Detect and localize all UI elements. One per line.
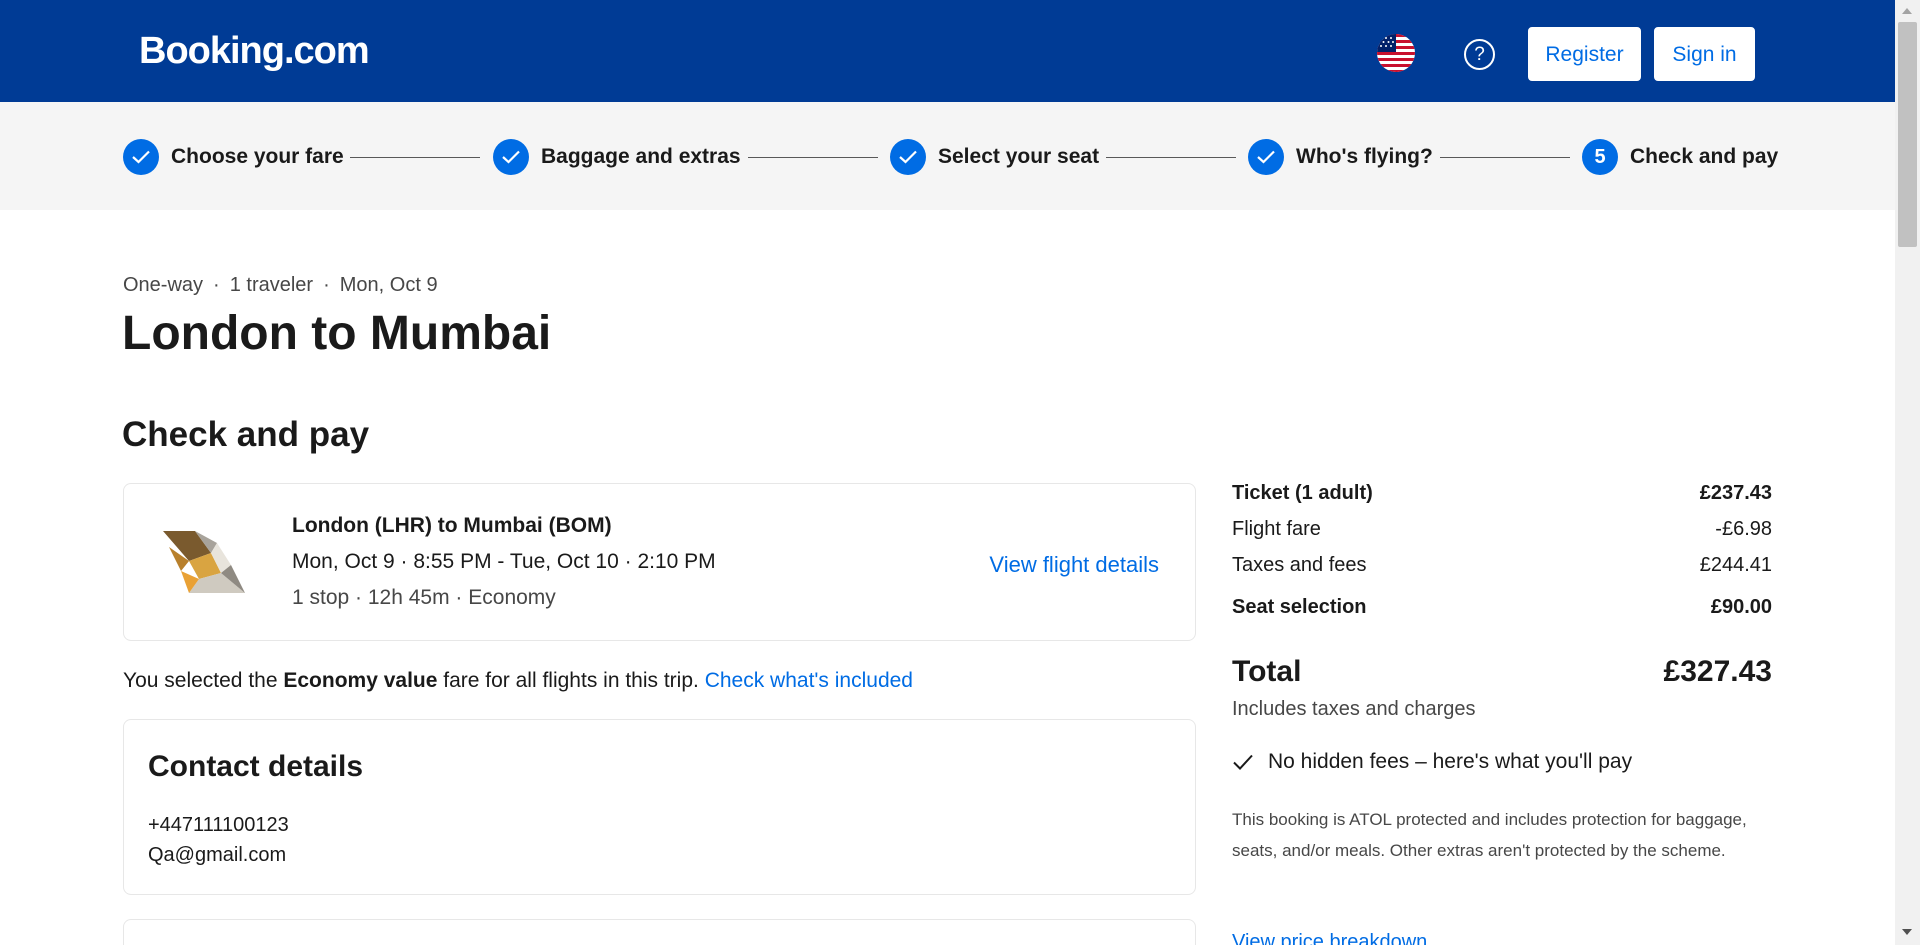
price-row-flight-fare: Flight fare -£6.98: [1232, 518, 1772, 541]
price-row-taxes: Taxes and fees £244.41: [1232, 554, 1772, 577]
separator: ·: [323, 274, 330, 296]
price-value: £237.43: [1699, 482, 1772, 504]
step-connector: [350, 157, 480, 158]
booking-logo[interactable]: Booking.com: [139, 30, 370, 73]
check-whats-included-link[interactable]: Check what's included: [705, 669, 913, 692]
step-choose-fare[interactable]: Choose your fare: [123, 139, 344, 175]
step-select-seat[interactable]: Select your seat: [890, 139, 1099, 175]
step-check-and-pay: 5 Check and pay: [1582, 139, 1778, 175]
price-row-ticket: Ticket (1 adult) £237.43: [1232, 482, 1772, 505]
step-label: Who's flying?: [1296, 145, 1433, 168]
flight-times: Mon, Oct 9 · 8:55 PM - Tue, Oct 10 · 2:1…: [292, 550, 716, 573]
help-icon[interactable]: ?: [1464, 39, 1495, 70]
price-value: £244.41: [1699, 554, 1772, 576]
step-label: Choose your fare: [171, 145, 344, 168]
contact-details-card: Contact details +447111100123 Qa@gmail.c…: [123, 719, 1196, 895]
price-label: Taxes and fees: [1232, 554, 1367, 576]
no-hidden-fees: No hidden fees – here's what you'll pay: [1232, 750, 1632, 774]
contact-title: Contact details: [148, 750, 364, 783]
no-hidden-fees-text: No hidden fees – here's what you'll pay: [1268, 750, 1633, 773]
sign-in-button[interactable]: Sign in: [1654, 27, 1755, 81]
section-title: Check and pay: [122, 415, 370, 454]
trip-type: One-way: [123, 274, 204, 296]
fare-note-prefix: You selected the: [123, 669, 284, 692]
contact-email: Qa@gmail.com: [148, 844, 287, 866]
step-connector: [748, 157, 878, 158]
step-whos-flying[interactable]: Who's flying?: [1248, 139, 1433, 175]
scroll-up-arrow-icon[interactable]: [1902, 8, 1912, 14]
step-connector: [1440, 157, 1570, 158]
step-number: 5: [1582, 139, 1618, 175]
fare-name: Economy value: [283, 669, 438, 692]
trip-date: Mon, Oct 9: [339, 274, 438, 296]
price-label: Ticket (1 adult): [1232, 482, 1373, 504]
trip-travelers: 1 traveler: [229, 274, 314, 296]
price-total: Total £327.43: [1232, 655, 1772, 689]
step-label: Check and pay: [1630, 145, 1779, 168]
scroll-down-arrow-icon[interactable]: [1902, 929, 1912, 935]
total-value: £327.43: [1663, 655, 1772, 688]
airline-tail-logo-icon: [159, 527, 249, 599]
scroll-thumb[interactable]: [1898, 22, 1917, 247]
step-label: Baggage and extras: [541, 145, 741, 168]
top-header: Booking.com ? Register Sign in: [0, 0, 1895, 102]
includes-taxes-note: Includes taxes and charges: [1232, 698, 1476, 720]
atol-protection-note: This booking is ATOL protected and inclu…: [1232, 810, 1747, 860]
trip-meta: One-way · 1 traveler · Mon, Oct 9: [123, 274, 438, 297]
step-baggage-extras[interactable]: Baggage and extras: [493, 139, 741, 175]
check-icon: [1248, 139, 1284, 175]
register-button[interactable]: Register: [1528, 27, 1641, 81]
next-section-card: [123, 919, 1196, 945]
contact-phone: +447111100123: [148, 814, 289, 836]
fare-note: You selected the Economy value fare for …: [123, 669, 913, 693]
us-flag-icon[interactable]: [1377, 34, 1415, 72]
fare-note-suffix: fare for all flights in this trip.: [437, 669, 705, 692]
checkmark-icon: [1232, 751, 1254, 773]
page-title: London to Mumbai: [122, 307, 552, 360]
price-label: Flight fare: [1232, 518, 1321, 540]
separator: ·: [213, 274, 220, 296]
view-price-breakdown-link[interactable]: View price breakdown: [1232, 931, 1427, 945]
flight-stops: 1 stop · 12h 45m · Economy: [292, 586, 556, 609]
price-row-seat: Seat selection £90.00: [1232, 596, 1772, 619]
step-label: Select your seat: [938, 145, 1100, 168]
check-icon: [493, 139, 529, 175]
booking-progress: Choose your fare Baggage and extras Sele…: [0, 102, 1895, 210]
total-label: Total: [1232, 655, 1302, 688]
step-connector: [1106, 157, 1236, 158]
check-icon: [890, 139, 926, 175]
price-value: £90.00: [1710, 596, 1772, 618]
price-label: Seat selection: [1232, 596, 1367, 618]
flight-card: London (LHR) to Mumbai (BOM) Mon, Oct 9 …: [123, 483, 1196, 641]
check-icon: [123, 139, 159, 175]
flight-route: London (LHR) to Mumbai (BOM): [292, 514, 612, 537]
price-value: -£6.98: [1715, 518, 1772, 540]
view-flight-details-link[interactable]: View flight details: [989, 552, 1159, 578]
page-scrollbar[interactable]: [1895, 0, 1920, 945]
